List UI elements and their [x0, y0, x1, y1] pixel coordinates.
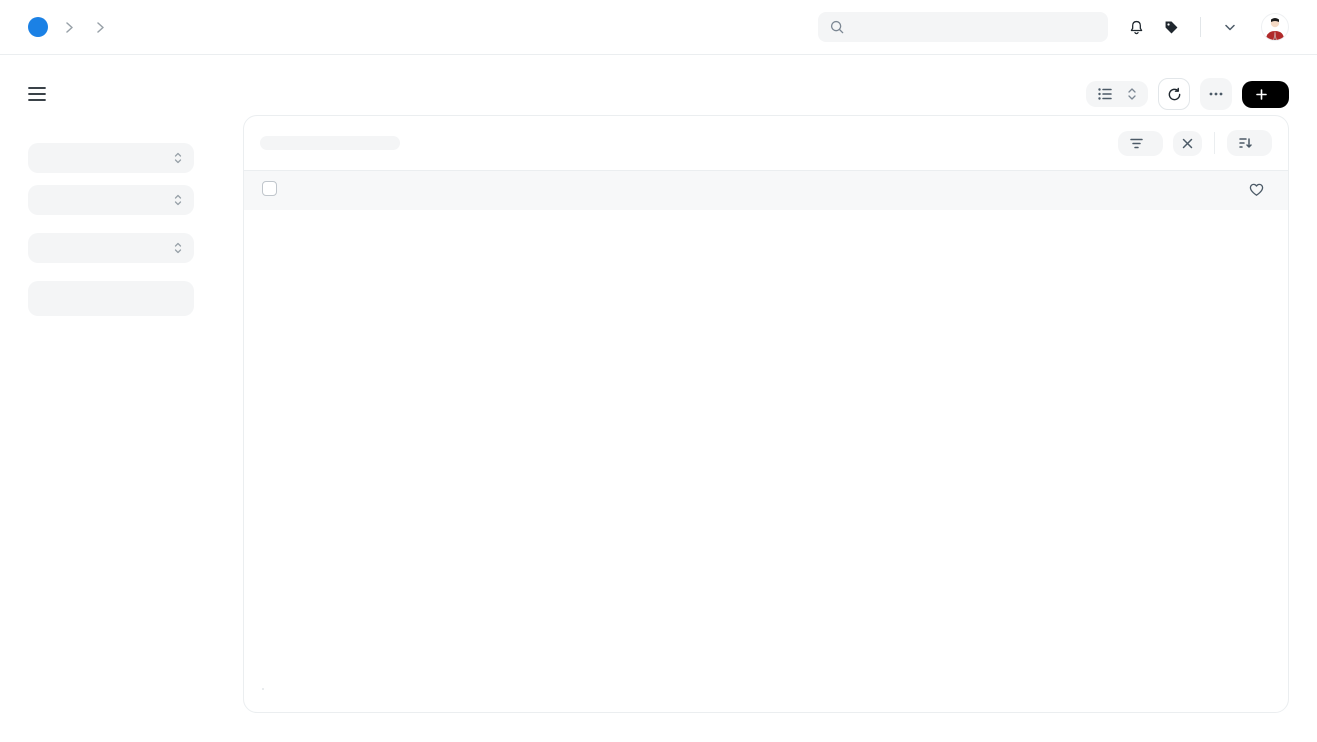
list-footer — [244, 660, 1288, 712]
divider — [1214, 132, 1215, 154]
dots-icon — [1209, 92, 1223, 96]
divider — [1200, 17, 1201, 37]
filter-name-input[interactable] — [28, 281, 194, 316]
select-all-checkbox[interactable] — [262, 181, 277, 196]
assigned-to-filter[interactable] — [28, 143, 194, 173]
close-icon — [1182, 138, 1193, 149]
sort-icon — [1239, 137, 1252, 149]
filter-button[interactable] — [1118, 131, 1163, 156]
refresh-icon — [1167, 87, 1182, 102]
select-arrows-icon — [174, 242, 182, 254]
plus-icon — [1256, 89, 1267, 100]
chevron-right-icon — [66, 22, 73, 33]
more-menu-button[interactable] — [1200, 78, 1232, 110]
view-switcher[interactable] — [1086, 81, 1148, 107]
help-menu[interactable] — [1221, 24, 1235, 31]
id-search-input[interactable] — [260, 136, 400, 150]
top-navigation — [0, 0, 1317, 55]
search-icon — [830, 20, 844, 34]
list-toolbar — [244, 116, 1288, 170]
table-header — [244, 170, 1288, 210]
created-by-filter[interactable] — [28, 185, 194, 215]
user-avatar[interactable] — [1261, 13, 1289, 41]
list-icon — [1098, 88, 1112, 100]
chevron-right-icon — [97, 22, 104, 33]
table-body — [244, 210, 1288, 660]
page-size-selector — [262, 688, 264, 690]
filter-sidebar — [28, 115, 213, 713]
bell-icon[interactable] — [1128, 19, 1145, 36]
select-arrows-icon — [174, 152, 182, 164]
add-supplier-group-button[interactable] — [1242, 81, 1289, 108]
chevron-down-icon — [1225, 24, 1235, 31]
refresh-button[interactable] — [1158, 78, 1190, 110]
page-header — [0, 55, 1317, 115]
menu-toggle-icon[interactable] — [28, 87, 46, 101]
select-arrows-icon — [174, 194, 182, 206]
heart-icon[interactable] — [1249, 183, 1264, 197]
tag-icon[interactable] — [1163, 19, 1180, 36]
clear-filter-button[interactable] — [1173, 131, 1202, 156]
brand-icon — [28, 17, 48, 37]
sort-arrows-icon — [1128, 88, 1136, 100]
brand-logo[interactable] — [28, 17, 54, 37]
breadcrumb — [54, 22, 116, 33]
sort-button[interactable] — [1227, 130, 1272, 156]
column-count — [1062, 183, 1270, 199]
filter-icon — [1130, 138, 1143, 149]
global-search[interactable] — [818, 12, 1108, 42]
list-card — [243, 115, 1289, 713]
tags-filter[interactable] — [28, 233, 194, 263]
